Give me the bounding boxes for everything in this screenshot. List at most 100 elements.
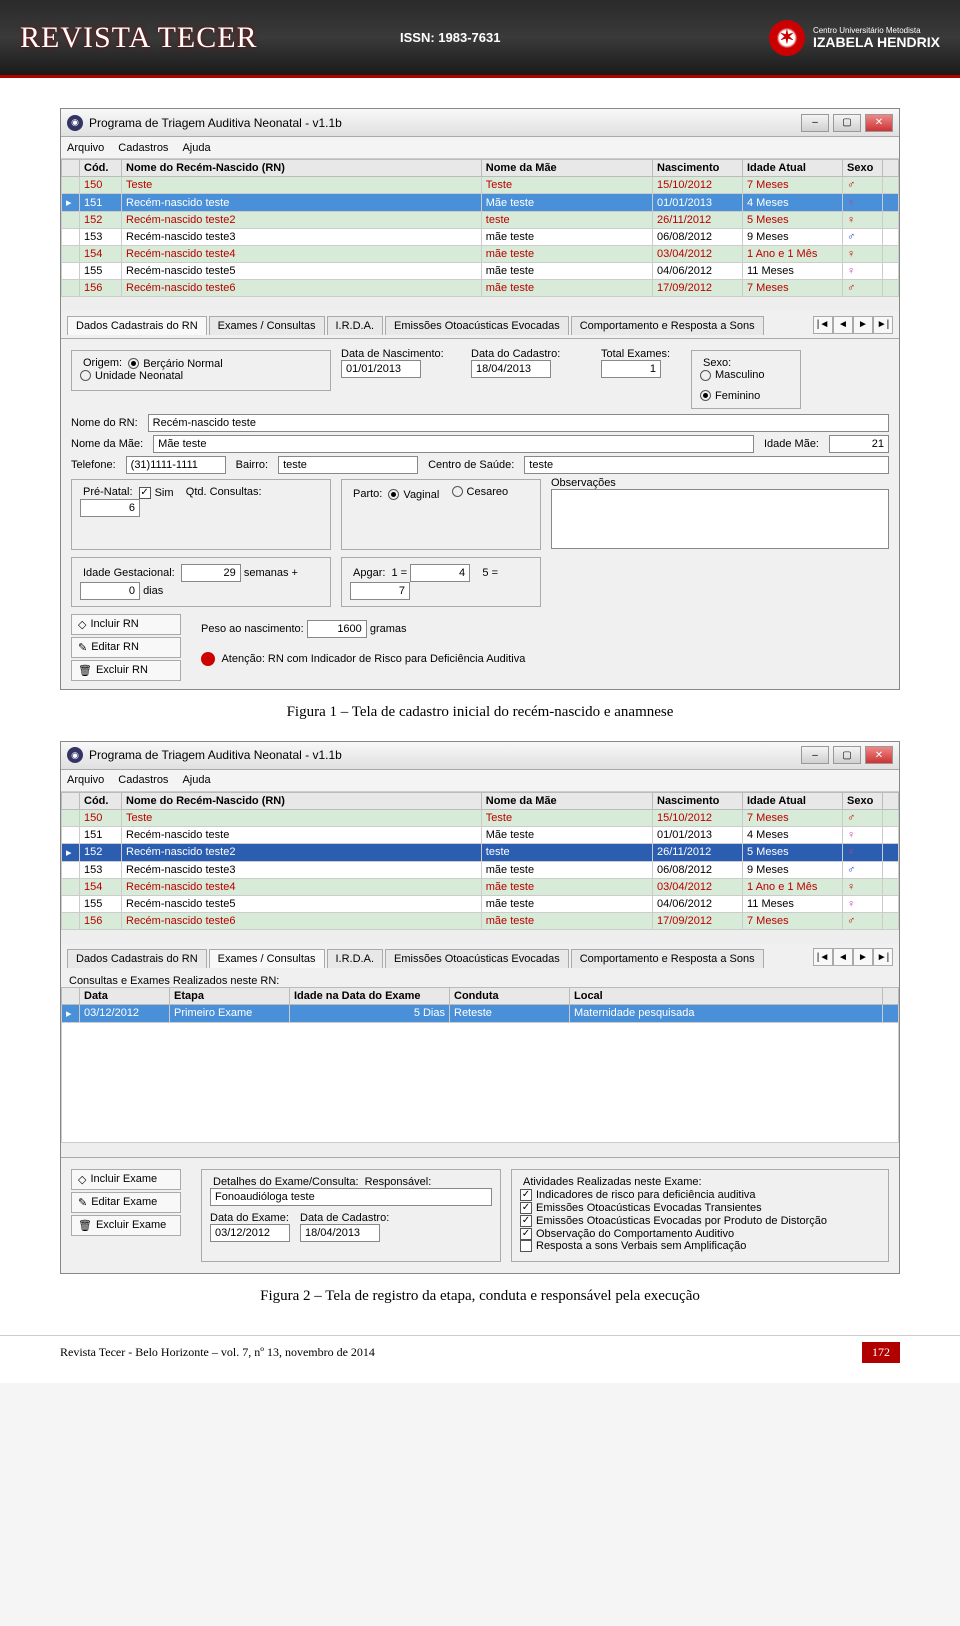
nav-prev-button[interactable]: ◄ bbox=[833, 316, 853, 334]
table-row[interactable]: 154Recém-nascido teste4mãe teste03/04/20… bbox=[62, 246, 899, 263]
table-row[interactable]: 151Recém-nascido testeMãe teste01/01/201… bbox=[62, 826, 899, 843]
excluir-exame-button[interactable]: 🗑Excluir Exame bbox=[71, 1215, 181, 1236]
radio-unidade[interactable]: Unidade Neonatal bbox=[80, 370, 183, 382]
radio-cesareo[interactable]: Cesareo bbox=[452, 486, 509, 498]
obs-field[interactable] bbox=[551, 489, 889, 549]
incluir-exame-button[interactable]: ◇Incluir Exame bbox=[71, 1169, 181, 1190]
idade-gest-dias-field[interactable]: 0 bbox=[80, 582, 140, 600]
resp-field[interactable]: Fonoaudióloga teste bbox=[210, 1188, 492, 1206]
bairro-field[interactable]: teste bbox=[278, 456, 418, 474]
tab-comportamento[interactable]: Comportamento e Resposta a Sons bbox=[571, 316, 764, 335]
menu-ajuda[interactable]: Ajuda bbox=[182, 774, 210, 786]
tab-exames[interactable]: Exames / Consultas bbox=[209, 949, 325, 968]
grid-col-nasc[interactable]: Nascimento bbox=[653, 160, 743, 177]
grid-col-idade[interactable]: Idade Atual bbox=[743, 792, 843, 809]
radio-masculino[interactable]: Masculino bbox=[700, 369, 765, 381]
subcol-local[interactable]: Local bbox=[570, 987, 883, 1004]
grid-col-cod[interactable]: Cód. bbox=[80, 792, 122, 809]
editar-rn-button[interactable]: ✎Editar RN bbox=[71, 637, 181, 658]
telefone-field[interactable]: (31)1111-1111 bbox=[126, 456, 226, 474]
table-row[interactable]: 153Recém-nascido teste3mãe teste06/08/20… bbox=[62, 861, 899, 878]
rn-grid[interactable]: Cód. Nome do Recém-Nascido (RN) Nome da … bbox=[61, 792, 899, 930]
close-button[interactable]: ✕ bbox=[865, 746, 893, 764]
centro-field[interactable]: teste bbox=[524, 456, 889, 474]
apgar1-field[interactable]: 4 bbox=[410, 564, 470, 582]
grid-col-mae[interactable]: Nome da Mãe bbox=[481, 160, 652, 177]
nome-mae-field[interactable]: Mãe teste bbox=[153, 435, 754, 453]
nav-last-button[interactable]: ►| bbox=[873, 948, 893, 966]
datacad-field[interactable]: 18/04/2013 bbox=[300, 1224, 380, 1242]
radio-bercario[interactable]: Berçário Normal bbox=[128, 358, 222, 370]
table-row[interactable]: 155Recém-nascido teste5mãe teste04/06/20… bbox=[62, 263, 899, 280]
grid-col-mae[interactable]: Nome da Mãe bbox=[481, 792, 652, 809]
rn-grid[interactable]: Cód. Nome do Recém-Nascido (RN) Nome da … bbox=[61, 159, 899, 297]
grid-col-nome[interactable]: Nome do Recém-Nascido (RN) bbox=[122, 792, 482, 809]
exame-row[interactable]: ▸ 03/12/2012 Primeiro Exame 5 Dias Retes… bbox=[62, 1004, 899, 1022]
tab-irda[interactable]: I.R.D.A. bbox=[327, 316, 384, 335]
radio-feminino[interactable]: Feminino bbox=[700, 390, 760, 402]
table-row[interactable]: ▸152Recém-nascido teste2teste26/11/20125… bbox=[62, 843, 899, 861]
incluir-rn-button[interactable]: ◇Incluir RN bbox=[71, 614, 181, 635]
check-distorcao[interactable]: ✓Emissões Otoacústicas Evocadas por Prod… bbox=[520, 1215, 827, 1227]
table-row[interactable]: 155Recém-nascido teste5mãe teste04/06/20… bbox=[62, 895, 899, 912]
nav-next-button[interactable]: ► bbox=[853, 948, 873, 966]
data-cad-field[interactable]: 18/04/2013 bbox=[471, 360, 551, 378]
menu-cadastros[interactable]: Cadastros bbox=[118, 774, 168, 786]
data-nasc-field[interactable]: 01/01/2013 bbox=[341, 360, 421, 378]
tab-exames[interactable]: Exames / Consultas bbox=[209, 316, 325, 335]
nav-first-button[interactable]: |◄ bbox=[813, 948, 833, 966]
check-indicadores[interactable]: ✓Indicadores de risco para deficiência a… bbox=[520, 1189, 756, 1201]
subcol-idade[interactable]: Idade na Data do Exame bbox=[290, 987, 450, 1004]
tab-comportamento[interactable]: Comportamento e Resposta a Sons bbox=[571, 949, 764, 968]
exames-grid[interactable]: Data Etapa Idade na Data do Exame Condut… bbox=[61, 987, 899, 1143]
minimize-button[interactable]: – bbox=[801, 114, 829, 132]
maximize-button[interactable]: ▢ bbox=[833, 114, 861, 132]
tab-irda[interactable]: I.R.D.A. bbox=[327, 949, 384, 968]
nav-first-button[interactable]: |◄ bbox=[813, 316, 833, 334]
table-row[interactable]: 156Recém-nascido teste6mãe teste17/09/20… bbox=[62, 912, 899, 929]
maximize-button[interactable]: ▢ bbox=[833, 746, 861, 764]
table-row[interactable]: 153Recém-nascido teste3mãe teste06/08/20… bbox=[62, 229, 899, 246]
nav-next-button[interactable]: ► bbox=[853, 316, 873, 334]
check-transientes[interactable]: ✓Emissões Otoacústicas Evocadas Transien… bbox=[520, 1202, 762, 1214]
nav-last-button[interactable]: ►| bbox=[873, 316, 893, 334]
radio-vaginal[interactable]: Vaginal bbox=[388, 489, 439, 501]
tab-dados-cadastrais[interactable]: Dados Cadastrais do RN bbox=[67, 949, 207, 968]
table-row[interactable]: 152Recém-nascido teste2teste26/11/20125 … bbox=[62, 212, 899, 229]
menu-arquivo[interactable]: Arquivo bbox=[67, 142, 104, 154]
menu-arquivo[interactable]: Arquivo bbox=[67, 774, 104, 786]
nav-prev-button[interactable]: ◄ bbox=[833, 948, 853, 966]
idade-mae-field[interactable]: 21 bbox=[829, 435, 889, 453]
grid-col-sexo[interactable]: Sexo bbox=[843, 160, 883, 177]
grid-col-sexo[interactable]: Sexo bbox=[843, 792, 883, 809]
table-row[interactable]: 154Recém-nascido teste4mãe teste03/04/20… bbox=[62, 878, 899, 895]
subcol-etapa[interactable]: Etapa bbox=[170, 987, 290, 1004]
grid-col-nasc[interactable]: Nascimento bbox=[653, 792, 743, 809]
menu-cadastros[interactable]: Cadastros bbox=[118, 142, 168, 154]
excluir-rn-button[interactable]: 🗑Excluir RN bbox=[71, 660, 181, 681]
check-sim[interactable]: ✓Sim bbox=[139, 487, 174, 499]
table-row[interactable]: 156Recém-nascido teste6mãe teste17/09/20… bbox=[62, 280, 899, 297]
minimize-button[interactable]: – bbox=[801, 746, 829, 764]
idade-gest-sem-field[interactable]: 29 bbox=[181, 564, 241, 582]
apgar5-field[interactable]: 7 bbox=[350, 582, 410, 600]
grid-col-cod[interactable]: Cód. bbox=[80, 160, 122, 177]
menu-ajuda[interactable]: Ajuda bbox=[182, 142, 210, 154]
tab-emissoes[interactable]: Emissões Otoacústicas Evocadas bbox=[385, 949, 569, 968]
qtd-consultas-field[interactable]: 6 bbox=[80, 499, 140, 517]
check-resposta[interactable]: Resposta a sons Verbais sem Amplificação bbox=[520, 1240, 746, 1252]
check-comportamento[interactable]: ✓Observação do Comportamento Auditivo bbox=[520, 1228, 734, 1240]
grid-col-idade[interactable]: Idade Atual bbox=[743, 160, 843, 177]
dataex-field[interactable]: 03/12/2012 bbox=[210, 1224, 290, 1242]
close-button[interactable]: ✕ bbox=[865, 114, 893, 132]
table-row[interactable]: 150TesteTeste15/10/20127 Meses♂ bbox=[62, 177, 899, 194]
peso-field[interactable]: 1600 bbox=[307, 620, 367, 638]
table-row[interactable]: 150TesteTeste15/10/20127 Meses♂ bbox=[62, 809, 899, 826]
tab-emissoes[interactable]: Emissões Otoacústicas Evocadas bbox=[385, 316, 569, 335]
table-row[interactable]: ▸151Recém-nascido testeMãe teste01/01/20… bbox=[62, 194, 899, 212]
grid-col-nome[interactable]: Nome do Recém-Nascido (RN) bbox=[122, 160, 482, 177]
nome-rn-field[interactable]: Recém-nascido teste bbox=[148, 414, 889, 432]
subcol-data[interactable]: Data bbox=[80, 987, 170, 1004]
tab-dados-cadastrais[interactable]: Dados Cadastrais do RN bbox=[67, 316, 207, 335]
editar-exame-button[interactable]: ✎Editar Exame bbox=[71, 1192, 181, 1213]
